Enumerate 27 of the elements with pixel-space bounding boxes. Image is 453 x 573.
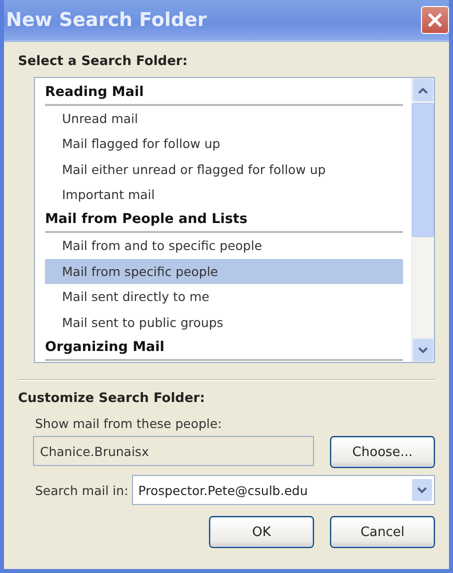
window-title: New Search Folder: [6, 9, 207, 31]
field-label: Search mail in:: [35, 482, 128, 498]
folder-option[interactable]: Important mail: [45, 182, 403, 208]
mailbox-dropdown[interactable]: Prospector.Pete@csulb.edu: [132, 475, 435, 505]
field-label: Show mail from these people:: [35, 416, 223, 431]
folder-option[interactable]: Mail flagged for follow up: [45, 131, 403, 156]
choose-button[interactable]: Choose...: [330, 436, 435, 468]
mailbox-value: Prospector.Pete@csulb.edu: [138, 482, 309, 498]
close-icon: [427, 12, 443, 28]
section-heading: Select a Search Folder:: [18, 54, 189, 69]
scroll-up-icon[interactable]: [418, 86, 428, 94]
folder-option[interactable]: Mail sent directly to me: [45, 284, 403, 310]
section-heading: Customize Search Folder:: [18, 391, 206, 406]
group-header: Organizing Mail: [45, 335, 403, 360]
folder-option[interactable]: Mail from specific people: [45, 258, 403, 284]
cancel-button[interactable]: Cancel: [330, 516, 435, 548]
ok-button[interactable]: OK: [209, 516, 314, 548]
group-header: Reading Mail: [45, 80, 403, 106]
folder-option[interactable]: Mail sent to public groups: [45, 310, 403, 335]
folder-option[interactable]: Unread mail: [45, 106, 403, 131]
folder-option[interactable]: Mail from and to specific people: [45, 233, 403, 258]
folder-option[interactable]: Mail either unread or flagged for follow up: [45, 156, 403, 182]
scroll-down-icon[interactable]: [418, 346, 428, 354]
scroll-bar[interactable]: [411, 78, 434, 362]
close-button[interactable]: [421, 6, 449, 34]
group-header: Mail from People and Lists: [45, 208, 403, 233]
people-field[interactable]: Chanice.Brunaisx: [33, 436, 314, 466]
